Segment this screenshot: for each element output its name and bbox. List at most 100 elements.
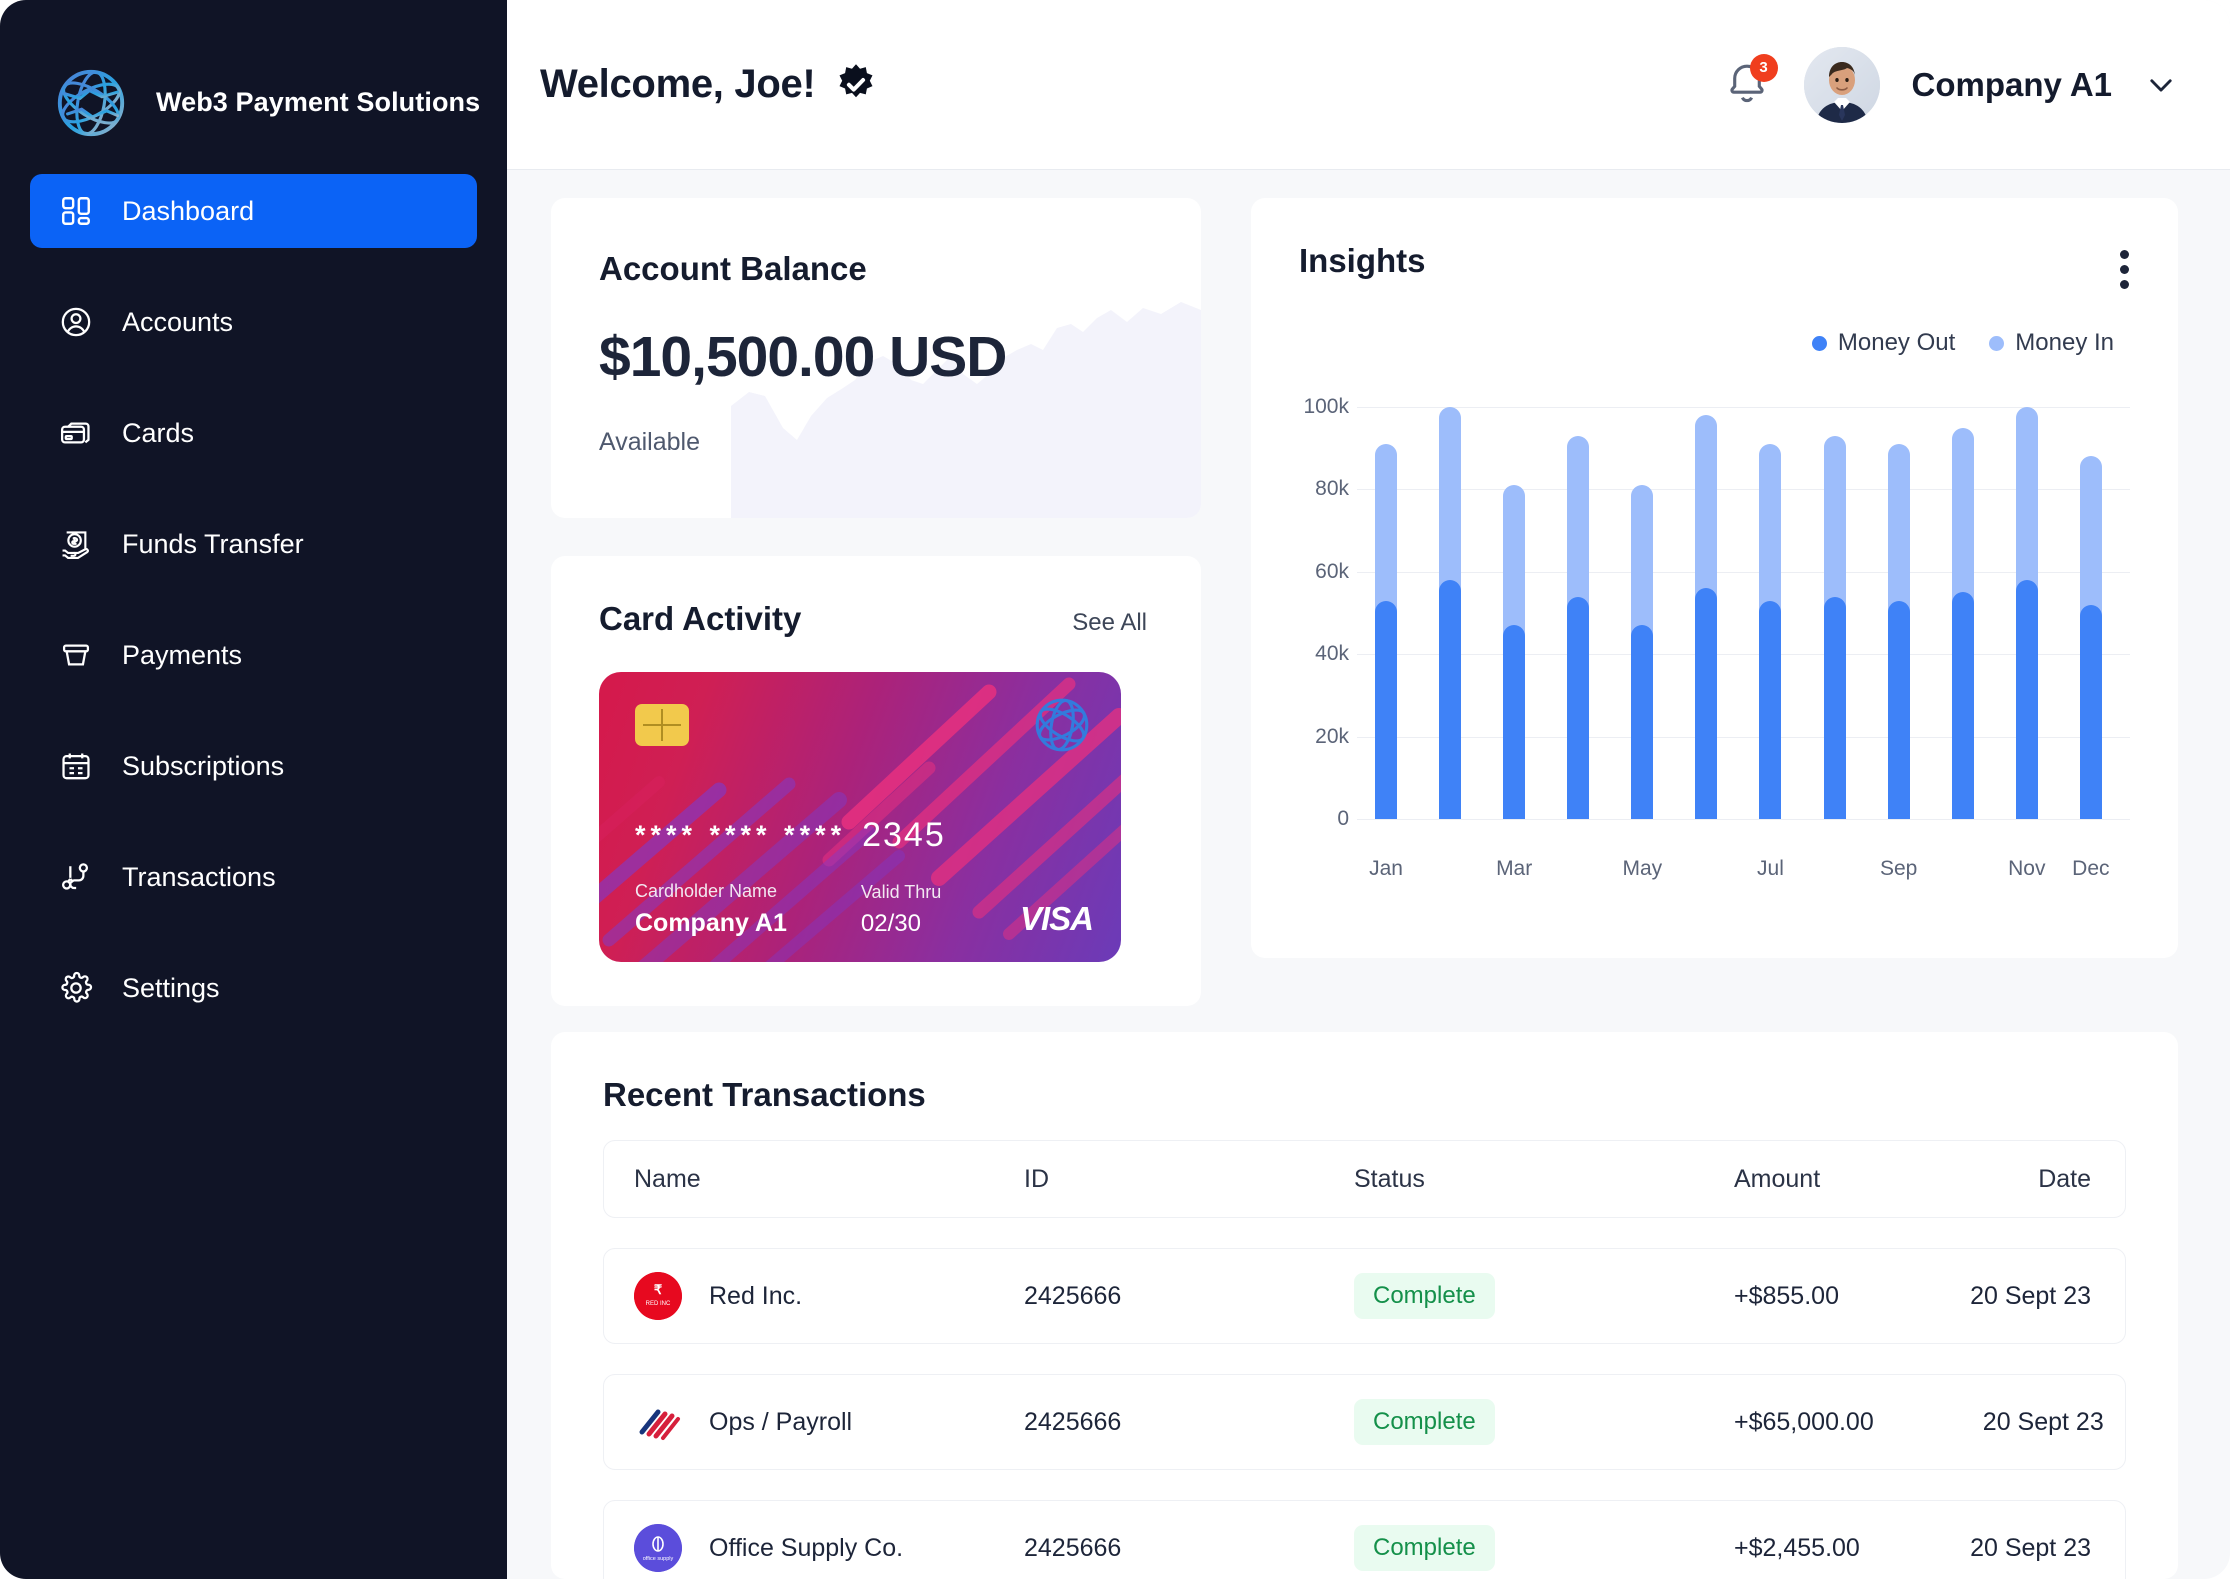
- legend-dot: [1989, 335, 2005, 351]
- cell-amount: +$2,455.00: [1734, 1533, 1860, 1562]
- balance-sparkline-decoration: [731, 302, 1201, 518]
- balance-amount: $10,500.00 USD: [599, 325, 1007, 389]
- legend-label: Money Out: [1837, 329, 1956, 356]
- chart-bar-group[interactable]: [1695, 383, 1718, 835]
- topbar: Welcome, Joe! 3 Company A1: [507, 0, 2230, 170]
- sidebar-item-label: Subscriptions: [122, 750, 285, 781]
- sidebar-item-cards[interactable]: Cards: [30, 396, 477, 470]
- chevron-down-icon[interactable]: [2144, 68, 2178, 102]
- table-row[interactable]: ₹ RED INC Red Inc. 2425666 Complete +$855.00 2…: [603, 1248, 2126, 1344]
- cardholder-name: Company A1: [635, 909, 787, 937]
- chart-bar-group[interactable]: [1503, 383, 1526, 835]
- chart-bars: [1357, 383, 2130, 835]
- topbar-right: 3 Company A1: [1722, 46, 2178, 123]
- chart-bar-group[interactable]: [1823, 383, 1846, 835]
- sidebar-item-subscriptions[interactable]: Subscriptions: [30, 729, 477, 803]
- sidebar-item-accounts[interactable]: Accounts: [30, 285, 477, 359]
- cardholder-label: Cardholder Name: [635, 881, 778, 901]
- status-badge: Complete: [1354, 1273, 1495, 1319]
- cardholder-block: Cardholder Name Company A1: [635, 881, 787, 938]
- sidebar-item-funds-transfer[interactable]: Funds Transfer: [30, 507, 477, 581]
- visa-logo: VISA: [1019, 900, 1094, 937]
- bar-money-out: [1567, 596, 1590, 819]
- card-activity-header: Card Activity See All: [599, 600, 1153, 638]
- avatar[interactable]: [1803, 46, 1880, 123]
- column-header-name: Name: [634, 1164, 701, 1193]
- sidebar-item-payments[interactable]: Payments: [30, 618, 477, 692]
- table-row[interactable]: Ops / Payroll 2425666 Complete +$65,000.00 2…: [603, 1374, 2126, 1470]
- notifications-button[interactable]: 3: [1722, 53, 1778, 112]
- card-number-last4: 2345: [862, 816, 946, 854]
- chart-bar-group[interactable]: [1631, 383, 1654, 835]
- cell-status: Complete: [1354, 1525, 1734, 1571]
- bar-money-out: [2079, 604, 2102, 819]
- bar-money-out: [1503, 625, 1526, 819]
- bar-money-out: [1695, 588, 1718, 819]
- bar-money-out: [1951, 592, 1974, 819]
- chart-bar-group[interactable]: [2079, 383, 2102, 835]
- chart-bar-group[interactable]: [1567, 383, 1590, 835]
- svg-text:office supply: office supply: [643, 1556, 674, 1562]
- column-header-status: Status: [1354, 1164, 1425, 1193]
- sidebar-item-transactions[interactable]: Transactions: [30, 840, 477, 914]
- cell-id: 2425666: [1024, 1281, 1122, 1310]
- merchant-name: Ops / Payroll: [709, 1407, 853, 1436]
- kebab-menu-icon[interactable]: [2120, 242, 2130, 289]
- sidebar-item-label: Funds Transfer: [122, 528, 304, 559]
- chart-legend: Money Out Money In: [1291, 329, 2130, 357]
- credit-card[interactable]: **** **** **** 2345 Cardholder Name Comp…: [599, 672, 1121, 962]
- office-supply-logo: office supply: [634, 1524, 682, 1572]
- sidebar-item-label: Settings: [122, 972, 220, 1003]
- sidebar-item-label: Cards: [122, 417, 195, 448]
- y-axis-tick-label: 100k: [1303, 395, 1349, 418]
- see-all-link[interactable]: See All: [1072, 609, 1147, 637]
- sidebar-item-label: Transactions: [122, 861, 276, 892]
- dashboard-content: Account Balance $10,500.00 USD Available…: [507, 170, 2230, 1579]
- x-axis-tick-label: Mar: [1496, 857, 1533, 880]
- legend-dot: [1811, 335, 1827, 351]
- hand-money-icon: [57, 525, 95, 563]
- legend-item-money-out: Money Out: [1811, 329, 1956, 357]
- table-row[interactable]: office supply Office Supply Co. 2425666 Com…: [603, 1500, 2126, 1579]
- chart-bar-group[interactable]: [1439, 383, 1462, 835]
- card-number-masked: **** **** ****: [635, 820, 847, 850]
- balance-title: Account Balance: [599, 250, 867, 287]
- company-name: Company A1: [1911, 65, 2112, 103]
- legend-item-money-in: Money In: [1989, 329, 2114, 357]
- chart-bar-group[interactable]: [1951, 383, 1974, 835]
- card-footer: Cardholder Name Company A1 Valid Thru 02…: [635, 881, 1094, 938]
- sidebar-item-label: Payments: [122, 639, 243, 670]
- valid-thru-label: Valid Thru: [860, 882, 942, 902]
- cell-name: ₹ RED INC Red Inc.: [634, 1272, 1024, 1320]
- chart-bar-group[interactable]: [1759, 383, 1782, 835]
- column-header-amount: Amount: [1734, 1164, 1821, 1193]
- chart-bar-group[interactable]: [1375, 383, 1397, 835]
- cell-date: 20 Sept 23: [1982, 1407, 2104, 1436]
- y-axis-tick-label: 60k: [1315, 559, 1349, 583]
- brand-name: Web3 Payment Solutions: [156, 87, 481, 117]
- cell-status: Complete: [1354, 1399, 1734, 1445]
- balance-status: Available: [599, 428, 701, 456]
- x-axis-labels: Jan.Mar.May.Jul.Sep.NovDec: [1357, 857, 2130, 881]
- insights-title: Insights: [1299, 242, 1426, 279]
- calendar-icon: [57, 747, 95, 785]
- x-axis-tick-label: Jan: [1369, 857, 1403, 880]
- legend-label: Money In: [2015, 329, 2114, 356]
- notification-count-badge: 3: [1749, 53, 1778, 82]
- user-circle-icon: [57, 303, 95, 341]
- sidebar-item-settings[interactable]: Settings: [30, 951, 477, 1025]
- sidebar-item-dashboard[interactable]: Dashboard: [30, 174, 477, 248]
- route-pins-icon: [57, 858, 95, 896]
- y-axis-tick-label: 80k: [1315, 477, 1349, 501]
- cell-amount: +$65,000.00: [1734, 1407, 1874, 1436]
- chart-bar-group[interactable]: [2015, 383, 2038, 835]
- sidebar-item-label: Accounts: [122, 306, 234, 337]
- svg-text:RED INC: RED INC: [646, 1301, 671, 1307]
- card-globe-icon: [1031, 694, 1093, 756]
- status-badge: Complete: [1354, 1399, 1495, 1445]
- chart-bar-group[interactable]: [1887, 383, 1910, 835]
- page-title: Welcome, Joe!: [540, 62, 816, 106]
- brand: Web3 Payment Solutions: [0, 0, 507, 150]
- main-area: Welcome, Joe! 3 Company A1 Account Balan…: [507, 0, 2230, 1579]
- app-window: Web3 Payment Solutions Dashboard Account…: [0, 0, 2230, 1579]
